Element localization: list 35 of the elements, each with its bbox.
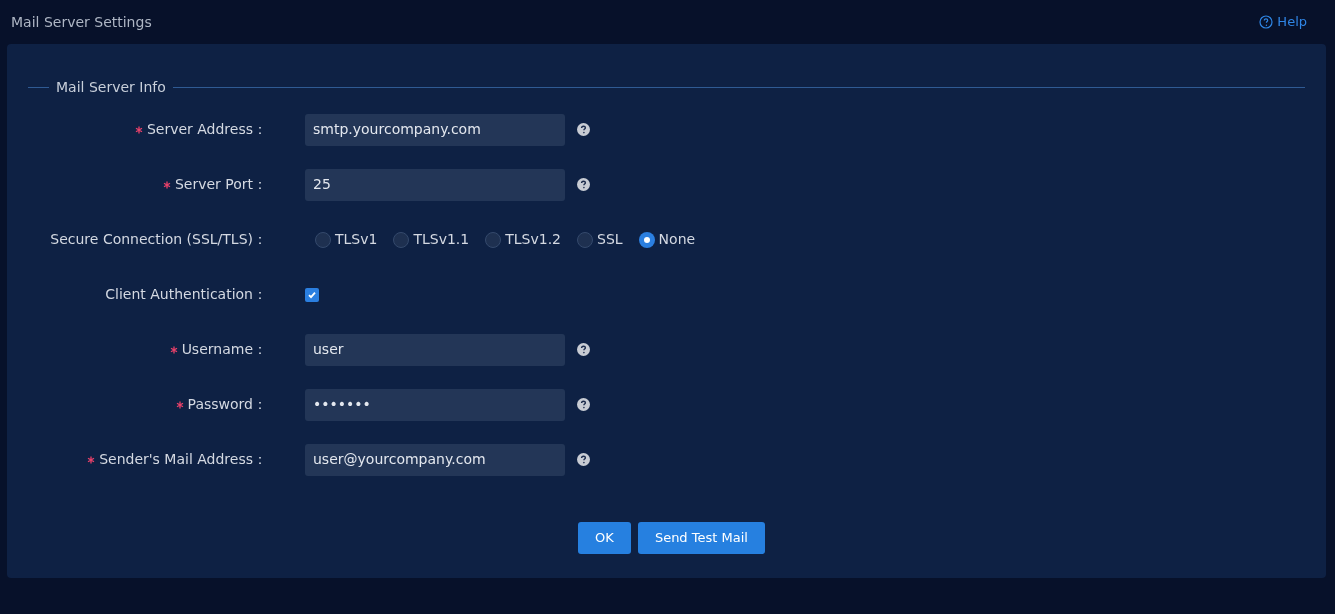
- radio-button[interactable]: [485, 231, 502, 248]
- radio-label: TLSv1.1: [413, 230, 470, 249]
- field-label: Secure Connection (SSL/TLS)：: [50, 230, 267, 249]
- input-field[interactable]: •••••••: [305, 388, 565, 421]
- help-icon[interactable]: [577, 178, 590, 191]
- action-button[interactable]: OK: [578, 522, 631, 554]
- radio-label: None: [658, 230, 696, 249]
- radio-label: SSL: [597, 230, 623, 249]
- radio-button[interactable]: [315, 231, 331, 248]
- input-field[interactable]: 25: [305, 168, 565, 201]
- help-icon[interactable]: [577, 343, 590, 356]
- field-label: Server Port：: [174, 175, 267, 194]
- checkbox[interactable]: [305, 287, 319, 302]
- action-button[interactable]: Send Test Mail: [637, 522, 765, 554]
- field-label: Client Authentication：: [105, 285, 267, 304]
- radio-label: TLSv1: [335, 230, 378, 249]
- section-title: Mail Server Info: [55, 78, 167, 97]
- input-field[interactable]: user@yourcompany.com: [305, 443, 565, 476]
- field-label: Username：: [181, 340, 267, 359]
- help-icon: [1259, 15, 1274, 29]
- input-field[interactable]: smtp.yourcompany.com: [305, 113, 565, 146]
- field-label: Server Address：: [146, 120, 267, 139]
- help-link[interactable]: Help: [1259, 12, 1307, 32]
- help-icon[interactable]: [577, 398, 590, 411]
- check-icon: [307, 289, 317, 300]
- help-icon[interactable]: [577, 123, 590, 136]
- radio-label: TLSv1.2: [505, 230, 562, 249]
- field-label: Sender's Mail Address：: [99, 450, 267, 469]
- radio-button[interactable]: [393, 231, 410, 248]
- input-field[interactable]: user: [305, 333, 565, 366]
- help-icon[interactable]: [577, 453, 590, 466]
- field-label: Password：: [187, 395, 267, 414]
- radio-button[interactable]: [577, 231, 594, 248]
- radio-button[interactable]: [638, 231, 655, 248]
- page-title: Mail Server Settings: [11, 12, 152, 32]
